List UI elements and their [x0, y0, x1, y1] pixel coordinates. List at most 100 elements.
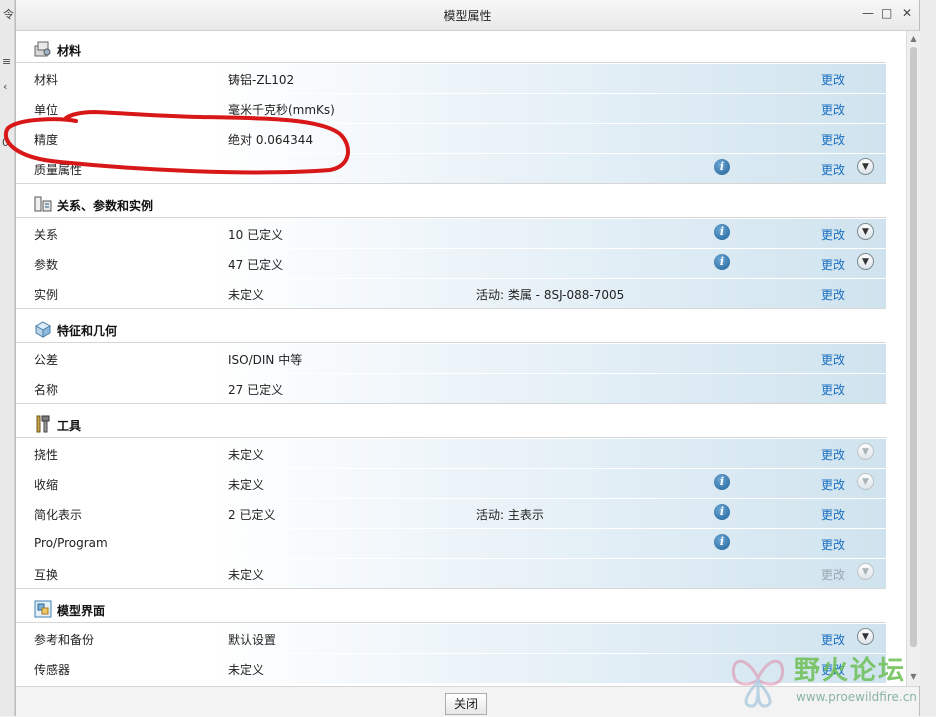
change-accuracy-link[interactable]: 更改	[821, 131, 845, 148]
close-button[interactable]: 关闭	[445, 693, 487, 715]
expand-chevron-icon[interactable]: ▼	[857, 158, 874, 175]
row-simplified-rep: 简化表示 2 已定义 活动: 主表示 i 更改	[16, 498, 886, 528]
row-band	[209, 469, 886, 498]
change-units-link[interactable]: 更改	[821, 101, 845, 118]
divider	[16, 308, 886, 309]
section-features: 特征和几何	[16, 313, 886, 343]
row-value: 默认设置	[228, 633, 277, 647]
properties-panel: 材料 材料 铸铝-ZL102 更改 单位 毫米千克秒(mmKs) 更改 精度 绝…	[16, 31, 906, 686]
vertical-scrollbar[interactable]: ▲ ▼	[906, 31, 920, 686]
row-label: 传感器	[34, 663, 71, 677]
change-proprogram-link[interactable]: 更改	[821, 536, 845, 553]
row-label: Pro/Program	[34, 536, 108, 550]
scroll-up-icon[interactable]: ▲	[907, 33, 920, 45]
row-instances: 实例 未定义 活动: 类属 - 8SJ-088-7005 更改	[16, 278, 886, 308]
change-instances-link[interactable]: 更改	[821, 286, 845, 303]
row-value: ISO/DIN 中等	[228, 353, 303, 367]
expand-chevron-icon[interactable]: ▼	[857, 443, 874, 460]
info-icon[interactable]: i	[714, 254, 730, 270]
info-icon[interactable]: i	[714, 474, 730, 490]
row-label: 互换	[34, 568, 59, 582]
info-icon[interactable]: i	[714, 534, 730, 550]
change-material-link[interactable]: 更改	[821, 71, 845, 88]
row-label: 名称	[34, 383, 59, 397]
change-shrinkage-link[interactable]: 更改	[821, 476, 845, 493]
section-title: 材料	[57, 44, 82, 58]
info-icon[interactable]: i	[714, 504, 730, 520]
close-window-button[interactable]: ✕	[902, 6, 912, 20]
row-parameters: 参数 47 已定义 i 更改 ▼	[16, 248, 886, 278]
row-value: 绝对 0.064344	[228, 133, 314, 147]
maximize-button[interactable]: □	[881, 6, 892, 20]
expand-chevron-icon[interactable]: ▼	[857, 223, 874, 240]
row-label: 挠性	[34, 448, 59, 462]
expand-chevron-icon[interactable]: ▼	[857, 628, 874, 645]
change-relations-link[interactable]: 更改	[821, 226, 845, 243]
row-band	[209, 374, 886, 403]
row-label: 质量属性	[34, 163, 83, 177]
change-simplified-link[interactable]: 更改	[821, 506, 845, 523]
row-label: 材料	[34, 73, 59, 87]
watermark-url: www.proewildfire.cn	[796, 690, 917, 704]
background-fragment: 0	[2, 136, 9, 149]
row-value: 未定义	[228, 568, 265, 582]
row-label: 关系	[34, 228, 59, 242]
row-value: 47 已定义	[228, 258, 284, 272]
change-flexibility-link[interactable]: 更改	[821, 446, 845, 463]
change-names-link[interactable]: 更改	[821, 381, 845, 398]
minimize-button[interactable]: —	[862, 6, 874, 20]
row-band	[209, 249, 886, 278]
expand-chevron-icon[interactable]: ▼	[857, 253, 874, 270]
expand-chevron-icon[interactable]: ▼	[857, 563, 874, 580]
background-fragment: ‹	[3, 80, 8, 93]
change-interchange-link[interactable]: 更改	[821, 566, 845, 583]
row-shrinkage: 收缩 未定义 i 更改 ▼	[16, 468, 886, 498]
row-band	[209, 499, 886, 528]
row-relations: 关系 10 已定义 i 更改 ▼	[16, 218, 886, 248]
change-parameters-link[interactable]: 更改	[821, 256, 845, 273]
background-fragment: 令	[3, 8, 14, 21]
row-units: 单位 毫米千克秒(mmKs) 更改	[16, 93, 886, 123]
row-interchange: 互换 未定义 更改 ▼	[16, 558, 886, 588]
background-app-left-edge: 令 ≡ ‹ 0	[0, 0, 15, 716]
info-icon[interactable]: i	[714, 224, 730, 240]
row-band	[209, 529, 886, 558]
row-names: 名称 27 已定义 更改	[16, 373, 886, 403]
dialog-title: 模型属性	[443, 9, 492, 23]
row-value: 2 已定义	[228, 508, 276, 522]
divider	[16, 183, 886, 184]
info-icon[interactable]: i	[714, 159, 730, 175]
row-label: 实例	[34, 288, 59, 302]
row-label: 精度	[34, 133, 59, 147]
change-tolerance-link[interactable]: 更改	[821, 351, 845, 368]
scrollbar-thumb[interactable]	[910, 47, 917, 647]
row-value: 未定义	[228, 288, 265, 302]
background-app-right-edge	[919, 0, 936, 716]
row-active-value: 活动: 主表示	[476, 508, 544, 522]
row-label: 简化表示	[34, 508, 83, 522]
row-material: 材料 铸铝-ZL102 更改	[16, 63, 886, 93]
row-band	[209, 154, 886, 183]
section-title: 工具	[57, 419, 82, 433]
features-icon	[34, 321, 52, 338]
interface-icon	[34, 600, 52, 618]
row-active-value: 活动: 类属 - 8SJ-088-7005	[476, 288, 625, 302]
row-value: 未定义	[228, 663, 265, 677]
row-value: 27 已定义	[228, 383, 284, 397]
row-label: 公差	[34, 353, 59, 367]
row-band	[209, 439, 886, 468]
row-label: 参数	[34, 258, 59, 272]
row-value: 10 已定义	[228, 228, 284, 242]
expand-chevron-icon[interactable]: ▼	[857, 473, 874, 490]
forum-watermark: 野火论坛 www.proewildfire.cn	[724, 646, 932, 714]
row-mass-properties: 质量属性 i 更改 ▼	[16, 153, 886, 183]
row-label: 参考和备份	[34, 633, 95, 647]
material-icon	[34, 41, 51, 57]
row-value: 未定义	[228, 448, 265, 462]
title-bar[interactable]: 模型属性 — □ ✕	[16, 0, 919, 31]
watermark-text: 野火论坛	[794, 656, 907, 686]
section-tools: 工具	[16, 408, 886, 438]
change-mass-link[interactable]: 更改	[821, 161, 845, 178]
section-material: 材料	[16, 33, 886, 63]
row-label: 单位	[34, 103, 59, 117]
